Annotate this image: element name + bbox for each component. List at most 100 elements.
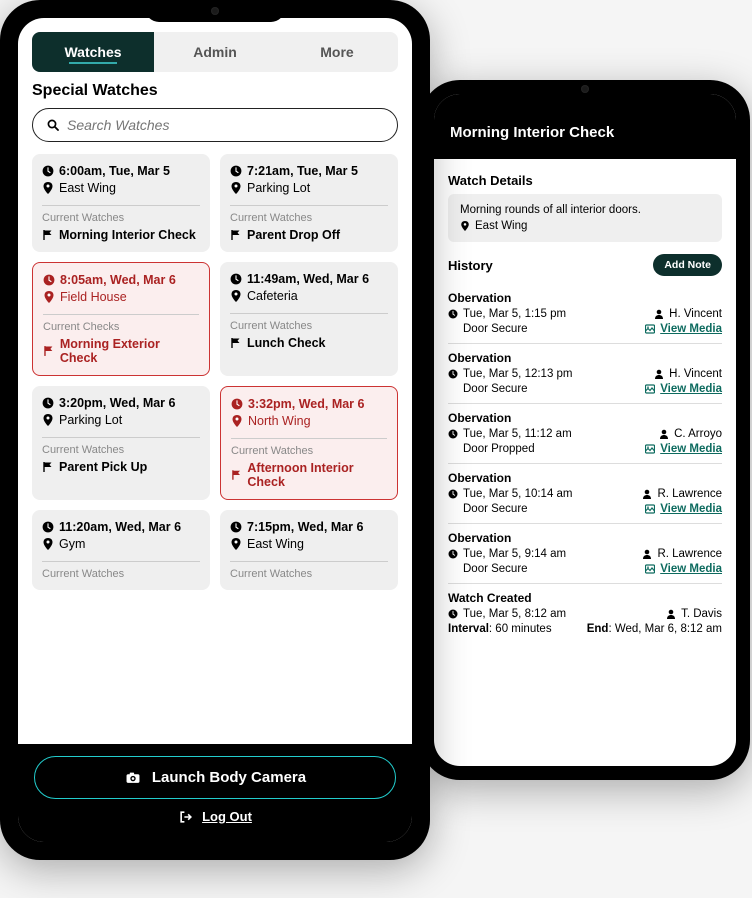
pin-icon [42,182,54,194]
phone-detail-frame: Morning Interior Check Watch Details Mor… [420,80,750,780]
entry-title: Obervation [448,471,722,485]
pin-icon [230,290,242,302]
search-box[interactable] [32,108,398,142]
card-label: Current Checks [43,321,199,333]
flag-icon [42,229,54,241]
card-name: Morning Interior Check [59,228,196,242]
pin-icon [460,221,470,231]
watch-details-heading: Watch Details [448,173,722,188]
details-location: East Wing [475,220,527,232]
entry-status: Door Secure [463,323,528,335]
cards-grid: 6:00am, Tue, Mar 5 East Wing Current Watch… [32,154,398,590]
watch-card[interactable]: 7:15pm, Wed, Mar 6East WingCurrent Watch… [220,510,398,590]
view-media-link[interactable]: View Media [660,563,722,575]
card-place: North Wing [248,414,311,428]
pin-icon [231,415,243,427]
add-note-button[interactable]: Add Note [653,254,722,276]
logout-label: Log Out [202,809,252,824]
phone-main-frame: Watches Admin More Special Watches 6:00a… [0,0,430,860]
history-entry: ObervationTue, Mar 5, 12:13 pmH. Vincent… [448,344,722,404]
interval-text: Interval: 60 minutes [448,623,552,635]
search-icon [47,119,59,131]
entry-time: Tue, Mar 5, 11:12 am [463,428,572,440]
logout-icon [178,810,194,824]
end-text: End: Wed, Mar 6, 8:12 am [587,623,722,635]
clock-icon [42,521,54,533]
clock-icon [230,165,242,177]
tab-bar: Watches Admin More [32,32,398,72]
flag-icon [43,345,55,357]
media-icon [645,324,655,334]
tab-watches[interactable]: Watches [32,32,154,72]
person-icon [654,369,664,379]
footer: Launch Body Camera Log Out [18,744,412,842]
search-input[interactable] [67,117,383,133]
watch-card[interactable]: 3:20pm, Wed, Mar 6 Parking Lot Current Wat… [32,386,210,500]
card-name: Parent Pick Up [59,460,147,474]
watch-card[interactable]: 11:20am, Wed, Mar 6GymCurrent Watches [32,510,210,590]
card-place: Parking Lot [59,413,122,427]
card-label: Current Watches [231,445,387,457]
card-place: Parking Lot [247,181,310,195]
person-icon [666,609,676,619]
flag-icon [230,337,242,349]
camera-icon [124,771,142,785]
entry-status: Door Secure [463,383,528,395]
clock-icon [43,274,55,286]
entry-status: Door Secure [463,503,528,515]
card-name: Afternoon Interior Check [247,461,387,489]
watch-card[interactable]: 8:05am, Wed, Mar 6Field HouseCurrent Che… [32,262,210,376]
entry-title: Obervation [448,291,722,305]
clock-icon [448,549,458,559]
entry-by: H. Vincent [669,368,722,380]
logout-button[interactable]: Log Out [34,809,396,824]
card-label: Current Watches [230,212,388,224]
watch-card[interactable]: 6:00am, Tue, Mar 5East WingCurrent Watch… [32,154,210,252]
notch [535,80,635,98]
entry-title: Watch Created [448,591,722,605]
card-time: 6:00am, Tue, Mar 5 [59,164,170,178]
entry-time: Tue, Mar 5, 10:14 am [463,488,573,500]
history-entry: ObervationTue, Mar 5, 11:12 amC. ArroyoD… [448,404,722,464]
tab-admin[interactable]: Admin [154,32,276,72]
card-time: 3:20pm, Wed, Mar 6 [59,396,175,410]
watch-card[interactable]: 7:21am, Tue, Mar 5 Parking Lot Current Wat… [220,154,398,252]
pin-icon [42,414,54,426]
details-description: Morning rounds of all interior doors. [460,204,710,216]
person-icon [642,489,652,499]
view-media-link[interactable]: View Media [660,323,722,335]
pin-icon [230,538,242,550]
media-icon [645,504,655,514]
card-place: East Wing [247,537,304,551]
card-time: 8:05am, Wed, Mar 6 [60,273,176,287]
tab-more[interactable]: More [276,32,398,72]
entry-title: Obervation [448,411,722,425]
launch-camera-label: Launch Body Camera [152,769,306,786]
view-media-link[interactable]: View Media [660,503,722,515]
view-media-link[interactable]: View Media [660,443,722,455]
clock-icon [448,309,458,319]
launch-camera-button[interactable]: Launch Body Camera [34,756,396,799]
watch-card[interactable]: 3:32pm, Wed, Mar 6North WingCurrent Watc… [220,386,398,500]
history-entry: ObervationTue, Mar 5, 9:14 amR. Lawrence… [448,524,722,584]
card-label: Current Watches [230,320,388,332]
card-time: 7:21am, Tue, Mar 5 [247,164,358,178]
card-place: Cafeteria [247,289,298,303]
detail-header: Morning Interior Check [434,94,736,159]
history-created-entry: Watch CreatedTue, Mar 5, 8:12 amT. Davis… [448,584,722,643]
card-time: 7:15pm, Wed, Mar 6 [247,520,363,534]
card-name: Morning Exterior Check [60,337,199,365]
card-time: 11:20am, Wed, Mar 6 [59,520,181,534]
entry-title: Obervation [448,531,722,545]
card-label: Current Watches [42,444,200,456]
entry-status: Door Secure [463,563,528,575]
media-icon [645,444,655,454]
clock-icon [42,397,54,409]
person-icon [659,429,669,439]
view-media-link[interactable]: View Media [660,383,722,395]
card-label: Current Watches [42,212,200,224]
person-icon [642,549,652,559]
media-icon [645,384,655,394]
history-entry: ObervationTue, Mar 5, 10:14 amR. Lawrenc… [448,464,722,524]
watch-card[interactable]: 11:49am, Wed, Mar 6CafeteriaCurrent Watc… [220,262,398,376]
